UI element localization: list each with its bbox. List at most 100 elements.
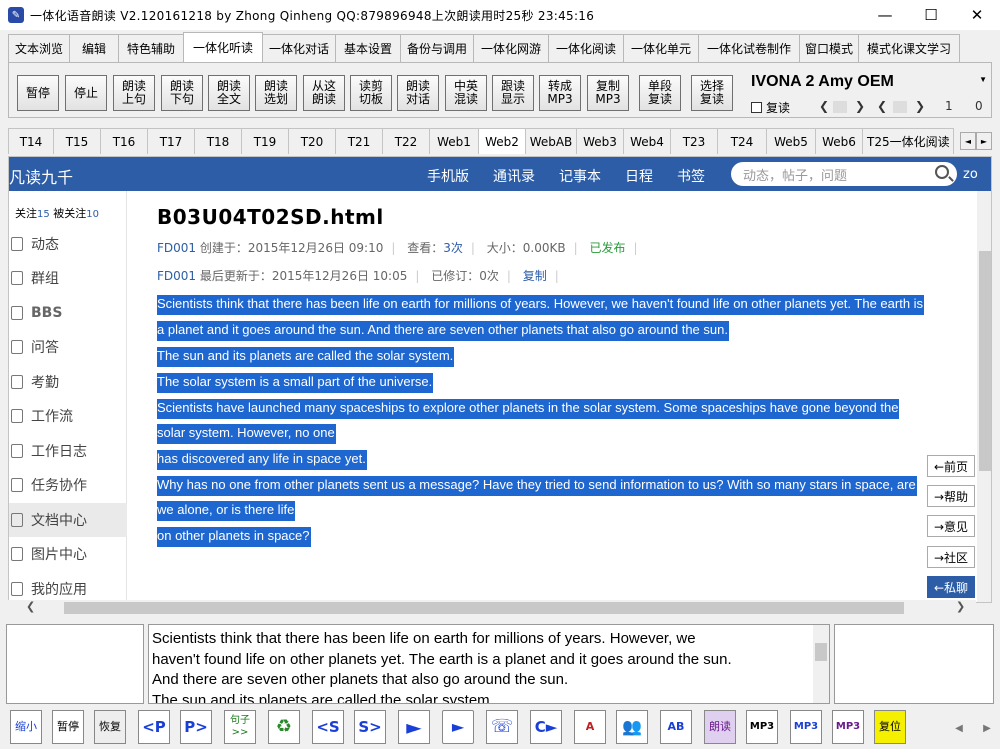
selected-text-line[interactable]: The solar system is a small part of the … <box>157 373 434 393</box>
menu-tab-edit[interactable]: 编辑 <box>69 34 119 62</box>
maximize-button[interactable]: ☐ <box>908 0 954 30</box>
mp3-disc-icon[interactable]: MP3 <box>790 710 822 744</box>
next-sentence-icon[interactable]: S> <box>354 710 386 744</box>
c-play-icon[interactable]: C► <box>530 710 562 744</box>
tab-t21[interactable]: T21 <box>335 128 383 154</box>
speaker-icon[interactable]: ☏ <box>486 710 518 744</box>
site-search-input[interactable]: 动态，帖子，问题 <box>731 162 957 186</box>
tab-web1[interactable]: Web1 <box>429 128 479 154</box>
selected-text-line[interactable]: Scientists have launched many spaceships… <box>157 399 900 419</box>
sidebar-item-bbs[interactable]: BBS <box>9 296 127 330</box>
people-icon[interactable]: 👥 <box>616 710 648 744</box>
chevron-right-icon[interactable]: ❯ <box>855 99 865 113</box>
copy-mp3-button[interactable]: 复制 MP3 <box>587 75 629 111</box>
sentence-icon[interactable]: 句子>> <box>224 710 256 744</box>
menu-tab-dialog[interactable]: 一体化对话 <box>262 34 336 62</box>
tab-web6[interactable]: Web6 <box>815 128 863 154</box>
site-brand[interactable]: 凡读九千 <box>9 164 73 188</box>
tab-web4[interactable]: Web4 <box>623 128 671 154</box>
tab-t25[interactable]: T25一体化阅读 <box>862 128 954 154</box>
tab-web3[interactable]: Web3 <box>576 128 624 154</box>
menu-tab-lesson[interactable]: 模式化课文学习 <box>858 34 960 62</box>
sidebar-item-workflow[interactable]: 工作流 <box>9 399 127 433</box>
reset-icon[interactable]: 复位 <box>874 710 906 744</box>
menu-tab-listen[interactable]: 一体化听读 <box>183 32 263 62</box>
tab-scroll-left-icon[interactable]: ◄ <box>960 132 976 150</box>
tab-t14[interactable]: T14 <box>8 128 54 154</box>
selected-text-line[interactable]: has discovered any life in space yet. <box>157 450 367 470</box>
nav-contacts[interactable]: 通讯录 <box>493 166 535 186</box>
minimize-button[interactable]: — <box>862 0 908 30</box>
scrollbar-thumb[interactable] <box>815 643 827 661</box>
mp3-icon[interactable]: MP3 <box>746 710 778 744</box>
chevron-right-icon[interactable]: ❯ <box>915 99 925 113</box>
slider-thumb[interactable] <box>833 101 847 113</box>
user-name[interactable]: zo <box>963 167 978 182</box>
pause-button[interactable]: 暂停 <box>17 75 59 111</box>
menu-tab-settings[interactable]: 基本设置 <box>335 34 401 62</box>
copy-link[interactable]: 复制 <box>523 269 547 283</box>
menu-tab-backup[interactable]: 备份与调用 <box>400 34 474 62</box>
people-a-icon[interactable]: A <box>574 710 606 744</box>
tab-t15[interactable]: T15 <box>53 128 101 154</box>
feedback-button[interactable]: →意见 <box>927 515 975 537</box>
mixed-read-button[interactable]: 中英 混读 <box>445 75 487 111</box>
zoom-icon[interactable]: 缩小 <box>10 710 42 744</box>
community-button[interactable]: →社区 <box>927 546 975 568</box>
prev-paragraph-icon[interactable]: <P <box>138 710 170 744</box>
sidebar-item-tasks[interactable]: 任务协作 <box>9 468 127 502</box>
prev-sentence-icon[interactable]: <S <box>312 710 344 744</box>
nav-mobile[interactable]: 手机版 <box>427 166 469 186</box>
read-dialog-button[interactable]: 朗读 对话 <box>397 75 439 111</box>
menu-tab-special-aid[interactable]: 特色辅助 <box>118 34 184 62</box>
convert-mp3-button[interactable]: 转成 MP3 <box>539 75 581 111</box>
scroll-left-icon[interactable]: ❮ <box>26 600 35 613</box>
sidebar-item-worklog[interactable]: 工作日志 <box>9 434 127 468</box>
menu-tab-reading[interactable]: 一体化阅读 <box>548 34 624 62</box>
chevron-left-icon[interactable]: ❮ <box>877 99 887 113</box>
bottom-scroll-right-icon[interactable]: ▶ <box>980 714 994 742</box>
read-all-button[interactable]: 朗读 全文 <box>208 75 250 111</box>
read-selection-button[interactable]: 朗读 选划 <box>255 75 297 111</box>
recycle-icon[interactable]: ♻ <box>268 710 300 744</box>
selected-text-line[interactable]: Scientists think that there has been lif… <box>157 295 925 315</box>
sidebar-item-apps[interactable]: 我的应用 <box>9 572 127 602</box>
menu-tab-text-browse[interactable]: 文本浏览 <box>8 34 70 62</box>
read-next-sentence-button[interactable]: 朗读 下句 <box>161 75 203 111</box>
read-from-here-button[interactable]: 从这 朗读 <box>303 75 345 111</box>
private-chat-button[interactable]: ←私聊 <box>927 576 975 598</box>
play-circle-icon[interactable]: ► <box>442 710 474 744</box>
pause-icon[interactable]: 暂停 <box>52 710 84 744</box>
mp3-record-icon[interactable]: MP3 <box>832 710 864 744</box>
scroll-right-icon[interactable]: ❯ <box>956 600 965 613</box>
search-icon[interactable] <box>935 165 949 179</box>
menu-tab-exam[interactable]: 一体化试卷制作 <box>698 34 800 62</box>
sidebar-item-attendance[interactable]: 考勤 <box>9 365 127 399</box>
read-prev-sentence-button[interactable]: 朗读 上句 <box>113 75 155 111</box>
nav-bookmarks[interactable]: 书签 <box>677 166 705 186</box>
selected-text-line[interactable]: solar system. However, no one <box>157 424 336 444</box>
read-clipboard-button[interactable]: 读剪 切板 <box>350 75 392 111</box>
tab-t23[interactable]: T23 <box>670 128 718 154</box>
repeat-checkbox[interactable]: 复读 <box>751 99 790 116</box>
people-ab-icon[interactable]: AB <box>660 710 692 744</box>
menu-tab-window-mode[interactable]: 窗口模式 <box>799 34 859 62</box>
tab-scroll-right-icon[interactable]: ► <box>976 132 992 150</box>
nav-schedule[interactable]: 日程 <box>625 166 653 186</box>
web-horizontal-scrollbar[interactable]: ❮ ❯ <box>8 600 976 616</box>
bottom-scroll-left-icon[interactable]: ◀ <box>952 714 966 742</box>
follow-read-button[interactable]: 跟读 显示 <box>492 75 534 111</box>
play-icon[interactable]: ► <box>398 710 430 744</box>
reading-text-area[interactable]: Scientists think that there has been lif… <box>148 624 830 704</box>
tab-webab[interactable]: WebAB <box>525 128 577 154</box>
sidebar-item-images[interactable]: 图片中心 <box>9 537 127 571</box>
voice-select[interactable]: IVONA 2 Amy OEM ▼ <box>751 71 991 93</box>
prev-page-button[interactable]: ←前页 <box>927 455 975 477</box>
sidebar-item-feed[interactable]: 动态 <box>9 227 127 261</box>
web-vertical-scrollbar[interactable] <box>977 191 991 602</box>
tab-web2[interactable]: Web2 <box>478 128 526 154</box>
chevron-left-icon[interactable]: ❮ <box>819 99 829 113</box>
selected-text-line[interactable]: on other planets in space? <box>157 527 311 547</box>
tab-t20[interactable]: T20 <box>288 128 336 154</box>
selected-text-line[interactable]: a planet and it goes around the sun. And… <box>157 321 729 341</box>
